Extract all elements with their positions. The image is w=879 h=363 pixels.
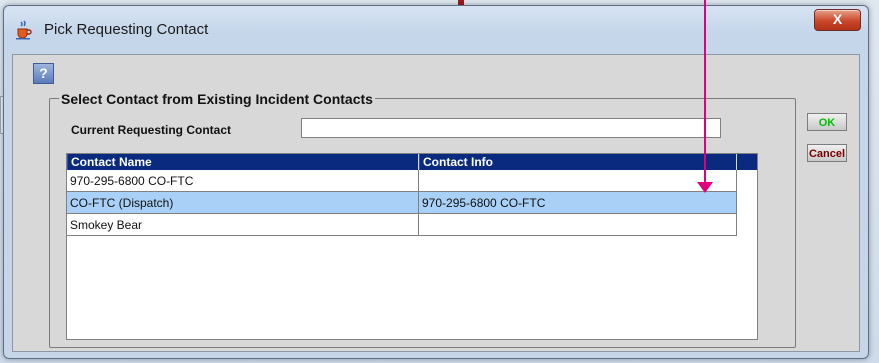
- cell-contact-name[interactable]: 970-295-6800 CO-FTC: [67, 170, 419, 192]
- header-filler: [737, 154, 757, 170]
- table-row[interactable]: 970-295-6800 CO-FTC: [67, 170, 737, 192]
- java-cup-icon: [14, 20, 34, 45]
- cancel-button[interactable]: Cancel: [807, 144, 847, 162]
- current-contact-field[interactable]: [301, 118, 721, 138]
- help-icon[interactable]: ?: [33, 63, 54, 84]
- title-bar[interactable]: Pick Requesting Contact X: [4, 6, 868, 50]
- group-title: Select Contact from Existing Incident Co…: [59, 91, 375, 107]
- table-row[interactable]: Smokey Bear: [67, 214, 737, 236]
- dialog-window: Pick Requesting Contact X ? Select Conta…: [3, 5, 869, 359]
- cell-contact-name[interactable]: CO-FTC (Dispatch): [67, 192, 419, 214]
- close-button[interactable]: X: [814, 9, 861, 31]
- dialog-content: ? Select Contact from Existing Incident …: [12, 54, 860, 352]
- window-title: Pick Requesting Contact: [44, 21, 209, 38]
- annotation-arrow-line: [704, 0, 706, 185]
- table-header: Contact Name Contact Info: [67, 154, 757, 170]
- table-row-selected[interactable]: CO-FTC (Dispatch) 970-295-6800 CO-FTC: [67, 192, 737, 214]
- contacts-table: Contact Name Contact Info 970-295-6800 C…: [66, 153, 758, 340]
- cell-contact-name[interactable]: Smokey Bear: [67, 214, 419, 236]
- column-header-contact-name[interactable]: Contact Name: [67, 154, 419, 170]
- column-header-contact-info[interactable]: Contact Info: [419, 154, 737, 170]
- cell-contact-info[interactable]: 970-295-6800 CO-FTC: [419, 192, 737, 214]
- ok-button[interactable]: OK: [807, 113, 847, 131]
- cell-contact-info[interactable]: [419, 214, 737, 236]
- cell-contact-info[interactable]: [419, 170, 737, 192]
- annotation-arrow-head-icon: [697, 182, 713, 193]
- current-contact-label: Current Requesting Contact: [71, 123, 232, 137]
